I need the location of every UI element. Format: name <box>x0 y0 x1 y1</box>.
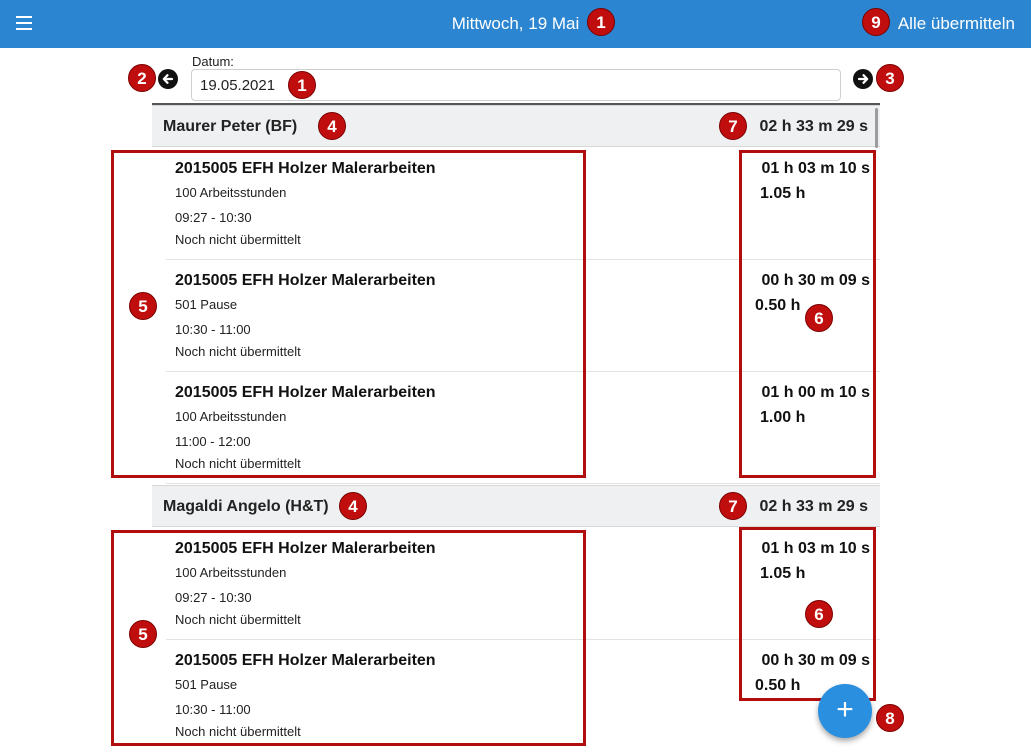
callout-badge: 2 <box>128 64 156 92</box>
callout-badge: 5 <box>129 620 157 648</box>
highlight-entries-box <box>111 530 586 746</box>
date-label: Datum: <box>192 54 234 69</box>
group-header[interactable]: Maurer Peter (BF) 02 h 33 m 29 s <box>152 105 880 147</box>
callout-badge: 7 <box>719 112 747 140</box>
arrow-right-circle-icon[interactable] <box>853 69 873 89</box>
callout-badge: 4 <box>339 492 367 520</box>
callout-badge: 9 <box>862 8 890 36</box>
group-name: Magaldi Angelo (H&T) <box>163 498 329 515</box>
scrollbar-thumb[interactable] <box>875 108 878 148</box>
callout-badge: 5 <box>129 292 157 320</box>
arrow-left-circle-icon[interactable] <box>158 69 178 89</box>
group-header[interactable]: Magaldi Angelo (H&T) 02 h 33 m 29 s <box>152 485 880 527</box>
highlight-entries-box <box>111 150 586 478</box>
callout-badge: 7 <box>719 492 747 520</box>
submit-all-button[interactable]: Alle übermitteln <box>898 14 1015 34</box>
group-total: 02 h 33 m 29 s <box>759 118 868 135</box>
callout-badge: 1 <box>288 71 316 99</box>
callout-badge: 3 <box>876 64 904 92</box>
callout-badge: 6 <box>805 600 833 628</box>
group-total: 02 h 33 m 29 s <box>759 498 868 515</box>
callout-badge: 8 <box>876 704 904 732</box>
group-name: Maurer Peter (BF) <box>163 118 298 135</box>
callout-badge: 4 <box>318 112 346 140</box>
callout-badge: 6 <box>805 304 833 332</box>
callout-badge: 1 <box>587 8 615 36</box>
add-entry-button[interactable]: + <box>818 684 872 738</box>
